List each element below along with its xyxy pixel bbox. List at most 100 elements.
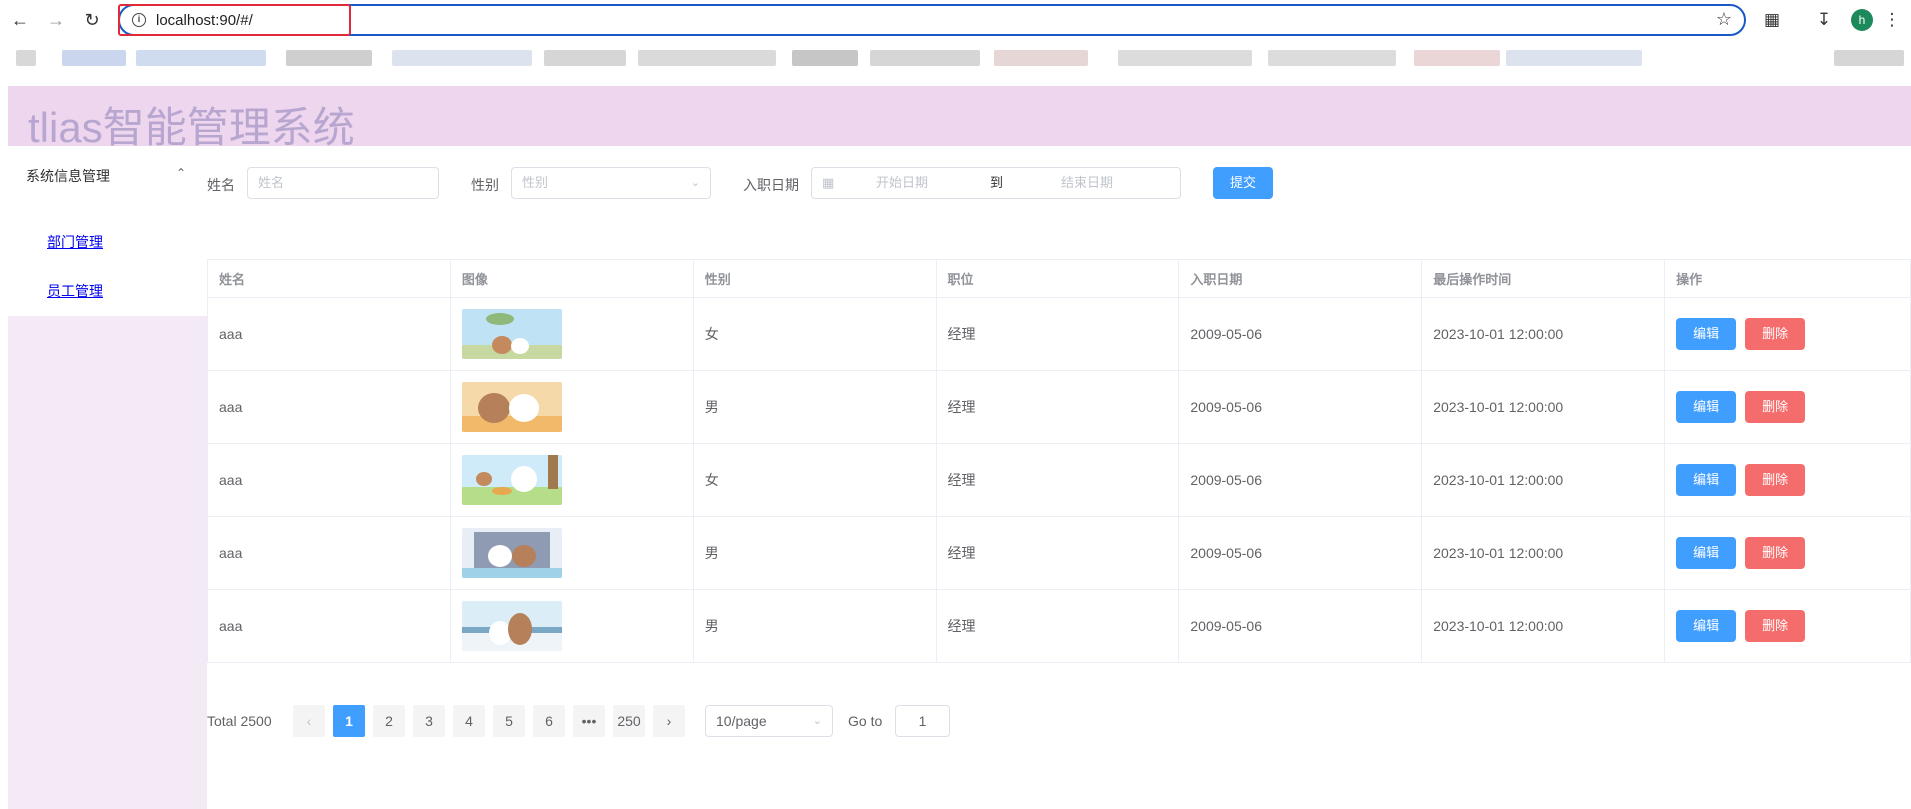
delete-button[interactable]: 删除 <box>1745 610 1806 642</box>
cell-image <box>449 516 694 590</box>
bookmark-item[interactable] <box>1118 50 1252 66</box>
cell-entry-date: 2009-05-06 <box>1178 589 1423 663</box>
back-icon[interactable]: ← <box>8 8 32 32</box>
sidebar-item-department[interactable]: 部门管理 <box>47 232 103 252</box>
chevron-down-icon: ⌄ <box>690 177 700 189</box>
date-end-input[interactable]: 结束日期 <box>1061 168 1113 198</box>
date-range-picker[interactable]: ▦ 开始日期 到 结束日期 <box>811 167 1181 199</box>
forward-icon[interactable]: → <box>44 8 68 32</box>
calendar-icon: ▦ <box>822 175 835 190</box>
table-row: aaa 女 经理 2009-05-06 2023-10-01 12:00:00 … <box>207 297 1911 371</box>
cell-entry-date: 2009-05-06 <box>1178 516 1423 590</box>
profile-avatar[interactable]: h <box>1851 9 1873 31</box>
page-size-select[interactable]: 10/page ⌄ <box>705 705 833 737</box>
page-item[interactable]: 250 <box>613 705 645 737</box>
submit-button[interactable]: 提交 <box>1213 167 1273 199</box>
table-row: aaa 男 经理 2009-05-06 2023-10-01 12:00:00 … <box>207 516 1911 590</box>
bookmark-item[interactable] <box>286 50 372 66</box>
cell-name: aaa <box>207 589 451 663</box>
bookmark-item[interactable] <box>62 50 126 66</box>
edit-button[interactable]: 编辑 <box>1676 610 1737 642</box>
bookmark-item[interactable] <box>544 50 626 66</box>
edit-button[interactable]: 编辑 <box>1676 391 1737 423</box>
column-header-gender: 性别 <box>692 259 937 298</box>
cell-update-time: 2023-10-01 12:00:00 <box>1421 589 1666 663</box>
name-input[interactable]: 姓名 <box>247 167 439 199</box>
employee-table: 姓名 图像 性别 职位 入职日期 最后操作时间 操作 aaa 女 经理 2009… <box>207 259 1911 663</box>
table-header-row: 姓名 图像 性别 职位 入职日期 最后操作时间 操作 <box>207 259 1911 298</box>
cell-update-time: 2023-10-01 12:00:00 <box>1421 443 1666 517</box>
gender-select[interactable]: 性别 ⌄ <box>511 167 711 199</box>
cell-job: 经理 <box>935 443 1180 517</box>
extensions-icon[interactable]: ▦ <box>1760 8 1784 32</box>
cell-entry-date: 2009-05-06 <box>1178 443 1423 517</box>
edit-button[interactable]: 编辑 <box>1676 464 1737 496</box>
edit-button[interactable]: 编辑 <box>1676 537 1737 569</box>
cell-name: aaa <box>207 370 451 444</box>
download-icon[interactable]: ↧ <box>1812 8 1836 32</box>
column-header-entry-date: 入职日期 <box>1178 259 1423 298</box>
cell-image <box>449 443 694 517</box>
menu-icon[interactable]: ⋮ <box>1880 8 1904 32</box>
bookmark-item[interactable] <box>136 50 266 66</box>
bookmark-item[interactable] <box>792 50 858 66</box>
sidebar-item-employee[interactable]: 员工管理 <box>47 281 103 301</box>
pagination: Total 2500 ‹ 1 2 3 4 5 6 ••• 250 › 10/pa… <box>207 705 1007 737</box>
more-pages-icon[interactable]: ••• <box>573 705 605 737</box>
sidebar: 系统信息管理 ⌃ 部门管理 员工管理 <box>8 146 207 809</box>
employee-photo <box>461 309 562 359</box>
browser-toolbar: ← → ↻ i localhost:90/#/ ☆ ▦ ↧ h ⋮ <box>0 0 1911 40</box>
address-bar[interactable]: i localhost:90/#/ ☆ <box>118 4 1746 36</box>
cell-actions: 编辑 删除 <box>1664 370 1911 444</box>
column-header-image: 图像 <box>449 259 694 298</box>
pagination-total: Total 2500 <box>207 713 272 729</box>
address-highlight-box <box>118 4 351 36</box>
bookmark-item[interactable] <box>994 50 1088 66</box>
sidebar-group-system-info[interactable]: 系统信息管理 <box>26 166 110 186</box>
date-start-input[interactable]: 开始日期 <box>876 168 928 198</box>
bookmark-item[interactable] <box>870 50 980 66</box>
bookmark-item[interactable] <box>16 50 36 66</box>
bookmark-star-icon[interactable]: ☆ <box>1716 9 1732 30</box>
page-item[interactable]: 4 <box>453 705 485 737</box>
prev-page-icon[interactable]: ‹ <box>293 705 325 737</box>
gender-label: 性别 <box>471 177 499 193</box>
bookmark-item[interactable] <box>1834 50 1904 66</box>
delete-button[interactable]: 删除 <box>1745 464 1806 496</box>
cell-image <box>449 589 694 663</box>
cell-image <box>449 297 694 371</box>
cell-update-time: 2023-10-01 12:00:00 <box>1421 516 1666 590</box>
edit-button[interactable]: 编辑 <box>1676 318 1737 350</box>
bookmark-item[interactable] <box>392 50 532 66</box>
cell-gender: 女 <box>692 443 937 517</box>
chevron-up-icon[interactable]: ⌃ <box>176 166 186 180</box>
cell-image <box>449 370 694 444</box>
delete-button[interactable]: 删除 <box>1745 537 1806 569</box>
page-item[interactable]: 5 <box>493 705 525 737</box>
delete-button[interactable]: 删除 <box>1745 318 1806 350</box>
chevron-down-icon: ⌄ <box>812 715 822 727</box>
cell-job: 经理 <box>935 516 1180 590</box>
gender-select-placeholder: 性别 <box>522 175 549 190</box>
next-page-icon[interactable]: › <box>653 705 685 737</box>
bookmark-item[interactable] <box>1414 50 1500 66</box>
bookmark-item[interactable] <box>1506 50 1642 66</box>
cell-entry-date: 2009-05-06 <box>1178 370 1423 444</box>
reload-icon[interactable]: ↻ <box>80 8 104 32</box>
delete-button[interactable]: 删除 <box>1745 391 1806 423</box>
cell-job: 经理 <box>935 589 1180 663</box>
goto-label: Go to <box>848 713 883 729</box>
goto-page-input[interactable]: 1 <box>895 705 950 737</box>
cell-gender: 男 <box>692 370 937 444</box>
bookmark-item[interactable] <box>638 50 776 66</box>
page-item-active[interactable]: 1 <box>333 705 365 737</box>
page-item[interactable]: 2 <box>373 705 405 737</box>
cell-actions: 编辑 删除 <box>1664 516 1911 590</box>
page-item[interactable]: 3 <box>413 705 445 737</box>
page-item[interactable]: 6 <box>533 705 565 737</box>
main-content: 姓名 姓名 性别 性别 ⌄ 入职日期 ▦ 开始日期 到 结束日期 提交 姓名 图… <box>207 146 1911 809</box>
cell-name: aaa <box>207 297 451 371</box>
cell-update-time: 2023-10-01 12:00:00 <box>1421 370 1666 444</box>
bookmarks-bar <box>0 44 1911 72</box>
bookmark-item[interactable] <box>1268 50 1396 66</box>
